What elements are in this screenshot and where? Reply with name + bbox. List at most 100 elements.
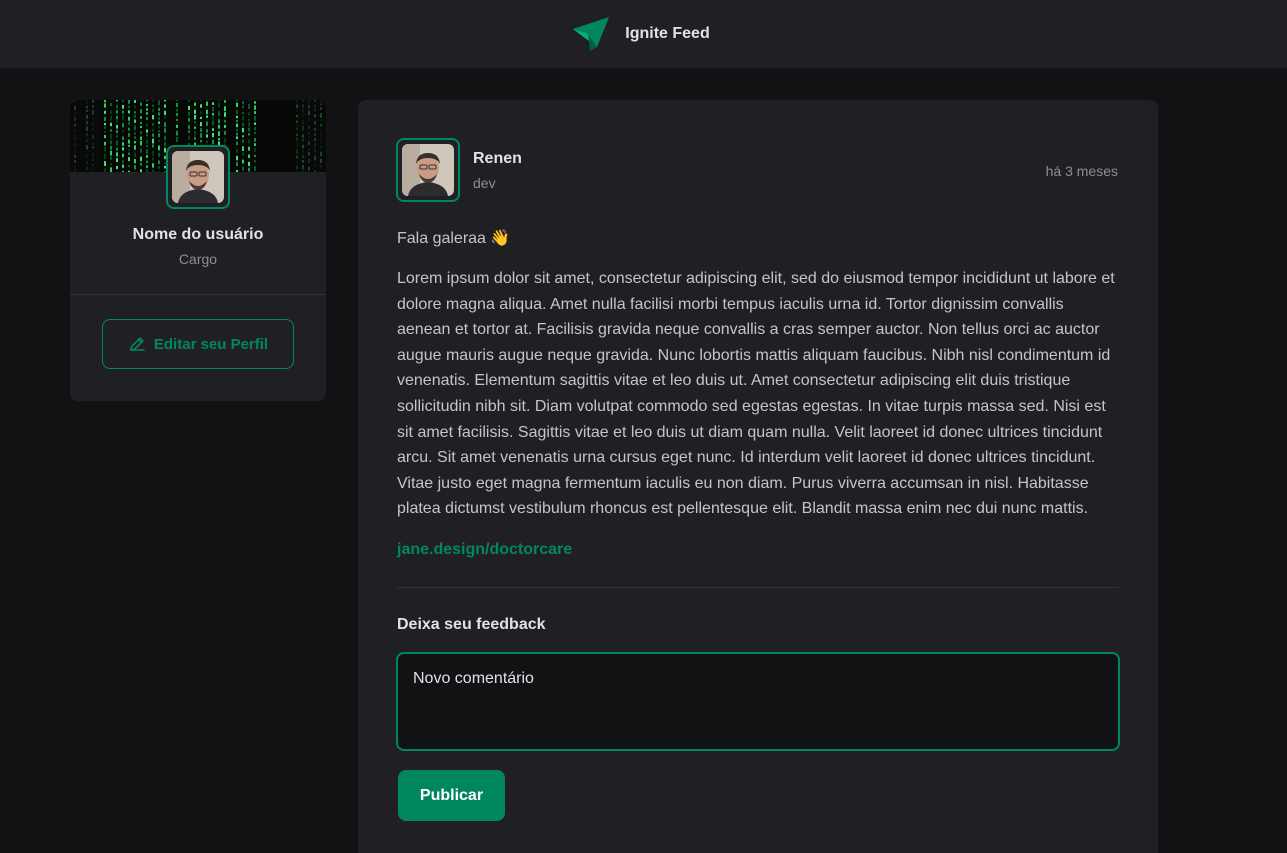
matrix-glyph xyxy=(224,112,226,117)
matrix-glyph xyxy=(206,129,208,133)
matrix-glyph xyxy=(134,111,136,114)
matrix-glyph xyxy=(158,121,160,125)
matrix-glyph xyxy=(176,109,178,112)
matrix-glyph xyxy=(140,121,142,125)
matrix-glyph xyxy=(254,101,256,104)
matrix-glyph xyxy=(146,112,148,115)
profile-sidebar: Nome do usuário Cargo Editar seu Perfil xyxy=(70,100,326,401)
matrix-glyph xyxy=(218,111,220,116)
ignite-logo-icon xyxy=(573,17,610,51)
matrix-glyph xyxy=(242,146,244,151)
matrix-glyph xyxy=(242,127,244,133)
matrix-glyph xyxy=(236,120,238,123)
matrix-glyph xyxy=(128,139,130,144)
matrix-glyph xyxy=(116,129,118,134)
matrix-glyph xyxy=(110,103,112,107)
matrix-glyph xyxy=(110,150,112,156)
matrix-glyph xyxy=(242,111,244,115)
matrix-glyph xyxy=(236,155,238,161)
matrix-glyph xyxy=(254,166,256,172)
matrix-glyph xyxy=(218,100,220,102)
matrix-glyph xyxy=(206,109,208,115)
matrix-glyph xyxy=(248,161,250,167)
matrix-glyph xyxy=(134,125,136,131)
matrix-glyph xyxy=(134,132,136,135)
matrix-glyph xyxy=(254,105,256,110)
matrix-glyph xyxy=(134,100,136,103)
matrix-glyph xyxy=(140,140,142,146)
matrix-glyph xyxy=(242,122,244,127)
post-link[interactable]: jane.design/doctorcare xyxy=(397,541,572,559)
matrix-glyph xyxy=(254,143,256,146)
comment-input[interactable] xyxy=(396,652,1120,751)
matrix-glyph xyxy=(122,100,124,102)
matrix-glyph xyxy=(104,154,106,159)
matrix-glyph xyxy=(212,116,214,120)
matrix-glyph xyxy=(224,100,226,103)
matrix-glyph xyxy=(206,101,208,106)
matrix-glyph xyxy=(140,116,142,119)
matrix-glyph xyxy=(158,117,160,120)
matrix-glyph xyxy=(104,130,106,133)
matrix-glyph xyxy=(236,129,238,132)
matrix-glyph xyxy=(206,134,208,138)
matrix-glyph xyxy=(158,112,160,116)
matrix-glyph xyxy=(224,120,226,123)
matrix-glyph xyxy=(164,115,166,119)
matrix-glyph xyxy=(152,115,154,120)
matrix-glyph xyxy=(200,122,202,127)
matrix-glyph xyxy=(128,144,130,147)
matrix-glyph xyxy=(152,138,154,144)
matrix-glyph xyxy=(212,102,214,105)
matrix-glyph xyxy=(254,115,256,121)
matrix-glyph xyxy=(164,128,166,133)
matrix-glyph xyxy=(116,158,118,163)
matrix-glyph xyxy=(224,106,226,112)
matrix-glyph xyxy=(188,105,190,110)
matrix-glyph xyxy=(164,142,166,147)
matrix-glyph xyxy=(116,115,118,120)
matrix-glyph xyxy=(128,149,130,152)
matrix-glyph xyxy=(194,114,196,120)
sidebar-divider xyxy=(70,294,326,295)
post-author-avatar[interactable] xyxy=(396,138,460,202)
matrix-glyph xyxy=(176,118,178,122)
matrix-glyph xyxy=(128,110,130,114)
matrix-glyph xyxy=(122,164,124,168)
profile-avatar[interactable] xyxy=(166,145,230,209)
matrix-glyph xyxy=(188,130,190,133)
matrix-glyph xyxy=(236,136,238,140)
matrix-glyph xyxy=(140,136,142,140)
matrix-glyph xyxy=(128,105,130,109)
publish-button[interactable]: Publicar xyxy=(398,770,505,821)
matrix-glyph xyxy=(176,102,178,108)
post-timestamp: há 3 meses xyxy=(1045,163,1118,179)
matrix-glyph xyxy=(176,113,178,117)
matrix-glyph xyxy=(140,102,142,106)
matrix-glyph xyxy=(104,126,106,129)
matrix-glyph xyxy=(218,102,220,108)
matrix-glyph xyxy=(128,100,130,104)
matrix-glyph xyxy=(242,152,244,156)
edit-profile-button[interactable]: Editar seu Perfil xyxy=(102,319,294,369)
matrix-glyph xyxy=(146,168,148,172)
matrix-glyph xyxy=(206,121,208,126)
matrix-glyph xyxy=(152,144,154,148)
matrix-glyph xyxy=(236,110,238,114)
matrix-glyph xyxy=(158,100,160,106)
matrix-glyph xyxy=(236,115,238,119)
matrix-glyph xyxy=(206,140,208,143)
matrix-glyph xyxy=(122,104,124,109)
matrix-glyph xyxy=(164,110,166,115)
matrix-glyph xyxy=(254,138,256,142)
matrix-glyph xyxy=(218,138,220,141)
pencil-icon xyxy=(130,337,145,351)
matrix-glyph xyxy=(110,156,112,160)
matrix-glyph xyxy=(242,105,244,109)
profile-user-role: Cargo xyxy=(178,251,218,267)
matrix-glyph xyxy=(164,104,166,108)
matrix-glyph xyxy=(128,164,130,168)
matrix-glyph xyxy=(122,147,124,151)
matrix-glyph xyxy=(248,104,250,109)
matrix-glyph xyxy=(248,122,250,127)
